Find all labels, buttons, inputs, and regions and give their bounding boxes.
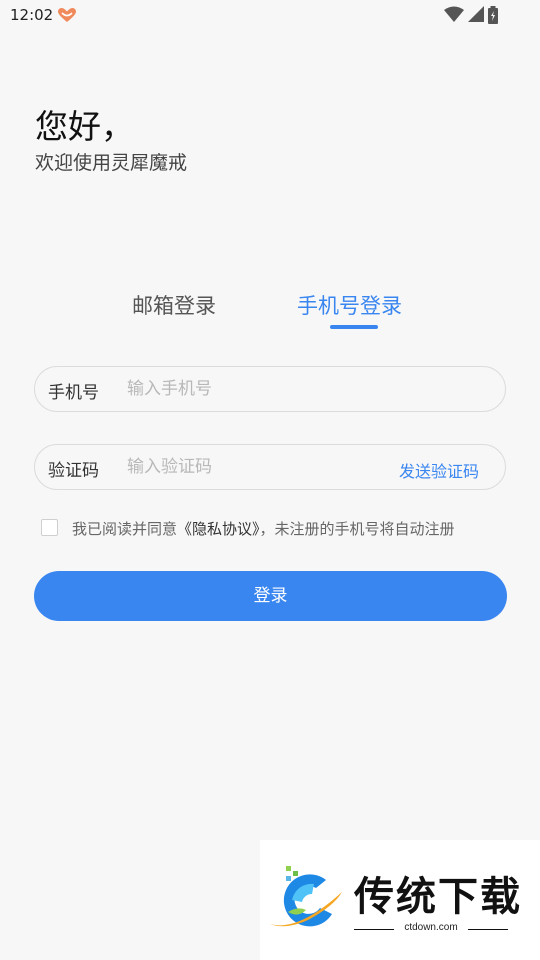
watermark-title: 传统下载 <box>354 874 522 920</box>
app-heart-icon <box>58 8 76 22</box>
agreement-checkbox[interactable] <box>41 519 58 536</box>
watermark-rule-right <box>468 929 508 930</box>
greeting-subtitle: 欢迎使用灵犀魔戒 <box>35 152 188 174</box>
tab-active-indicator <box>330 325 378 329</box>
greeting-title: 您好， <box>35 107 134 146</box>
phone-field-label: 手机号 <box>48 383 99 403</box>
status-bar: 12:02 <box>0 0 540 32</box>
code-field-label: 验证码 <box>48 461 99 481</box>
watermark: 传统下载 ctdown.com <box>260 840 540 960</box>
watermark-domain: ctdown.com <box>404 922 458 933</box>
tab-email-login[interactable]: 邮箱登录 <box>132 290 216 320</box>
battery-charging-icon <box>488 6 498 24</box>
cellular-signal-icon <box>468 6 484 22</box>
tab-phone-login[interactable]: 手机号登录 <box>297 290 402 320</box>
phone-field[interactable]: 手机号 <box>34 366 506 412</box>
send-code-button[interactable]: 发送验证码 <box>399 458 479 482</box>
phone-input[interactable] <box>127 375 387 403</box>
privacy-agreement-link[interactable]: 《隐私协议》 <box>177 520 260 538</box>
login-button[interactable]: 登录 <box>34 571 507 621</box>
agreement-text: 我已阅读并同意《隐私协议》，未注册的手机号将自动注册 <box>72 518 455 539</box>
code-input[interactable] <box>127 453 387 481</box>
agreement-suffix: ，未注册的手机号将自动注册 <box>259 520 455 538</box>
status-time: 12:02 <box>10 6 54 24</box>
ctdown-logo-icon <box>270 866 342 927</box>
watermark-domain-row: ctdown.com <box>354 922 508 936</box>
wifi-icon <box>444 6 464 22</box>
agreement-prefix: 我已阅读并同意 <box>72 520 178 538</box>
code-field[interactable]: 验证码 发送验证码 <box>34 444 506 490</box>
